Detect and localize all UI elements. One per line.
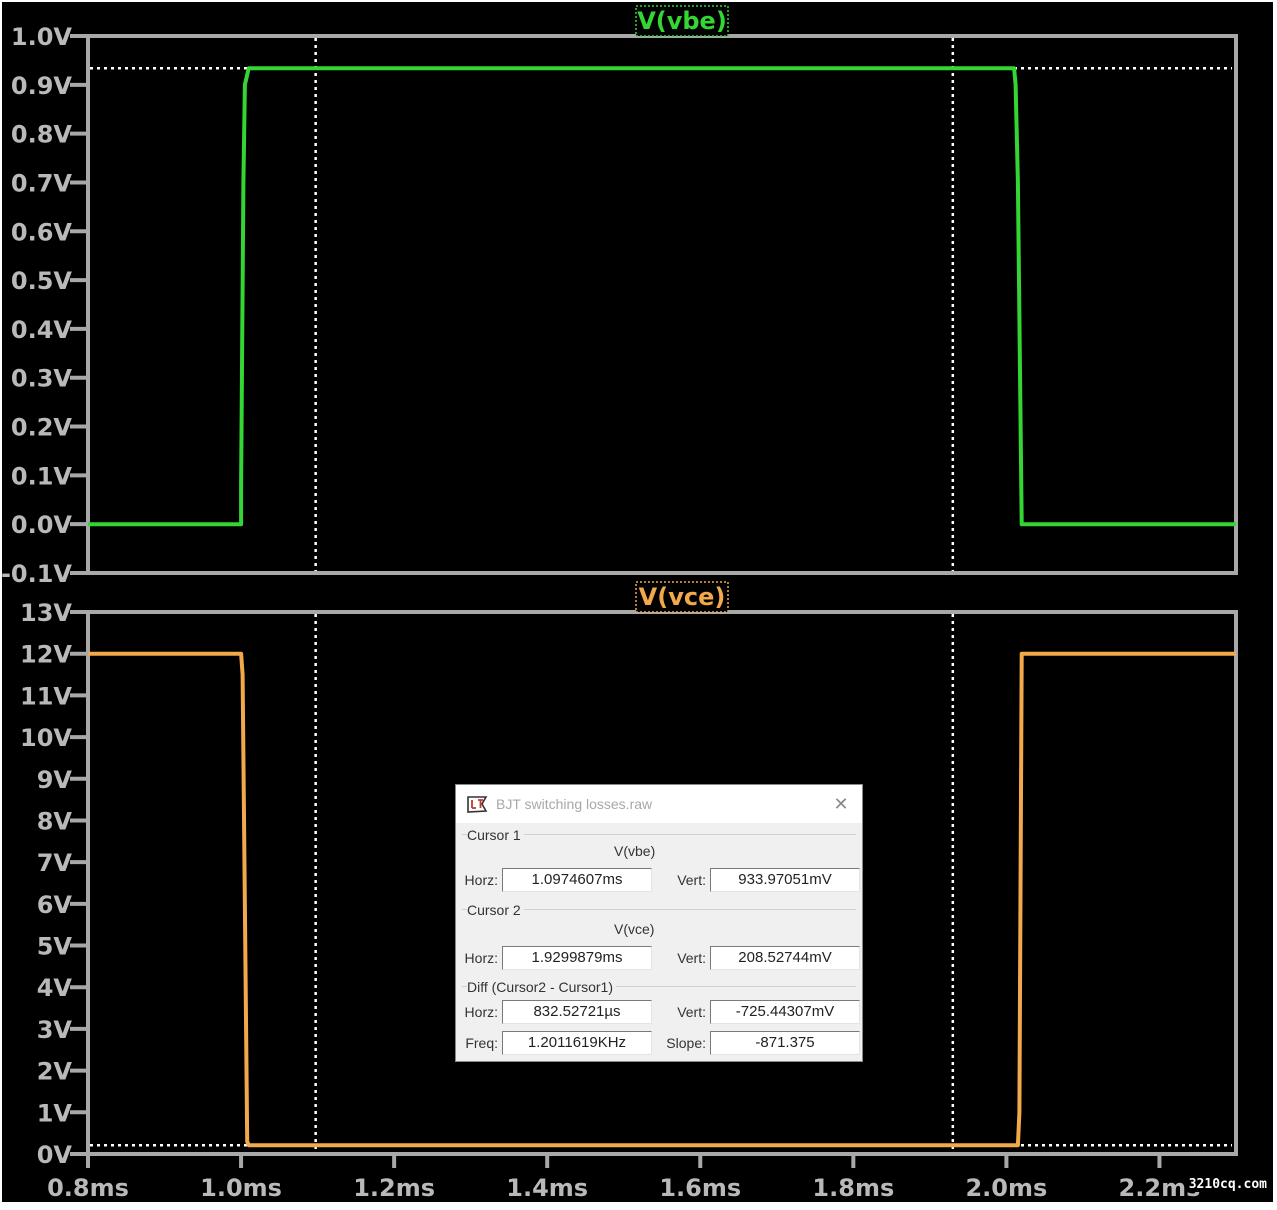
- x-tick-label-vce: 2.0ms: [965, 1174, 1047, 1202]
- ltspice-app-icon: [467, 796, 488, 813]
- diff-freq-field[interactable]: 1.2011619KHz: [502, 1031, 652, 1055]
- dialog-title: BJT switching losses.raw: [496, 796, 653, 812]
- y-tick-label-vce: 1V: [37, 1099, 73, 1127]
- cursor1-trace-label: V(vbe): [614, 843, 656, 859]
- y-tick-label-vce: 6V: [37, 891, 73, 919]
- y-tick-label-vbe: 0.3V: [11, 365, 73, 393]
- diff-horz-label: Horz:: [464, 1004, 498, 1020]
- y-tick-label-vbe: 0.2V: [11, 414, 73, 442]
- cursor1-group-label: Cursor 1: [467, 827, 524, 843]
- y-tick-label-vce: 12V: [20, 641, 72, 669]
- y-tick-label-vce: 11V: [20, 682, 72, 710]
- x-tick-label-vce: 1.6ms: [659, 1174, 741, 1202]
- diff-slope-field[interactable]: -871.375: [710, 1031, 860, 1055]
- cursor2-horz-field[interactable]: 1.9299879ms: [502, 946, 652, 970]
- cursor2-horz-label: Horz:: [464, 950, 498, 966]
- diff-group-label: Diff (Cursor2 - Cursor1): [467, 979, 616, 995]
- y-tick-label-vce: 0V: [37, 1141, 73, 1169]
- y-tick-label-vce: 4V: [37, 974, 73, 1002]
- y-tick-label-vce: 10V: [20, 724, 72, 752]
- y-tick-label-vce: 2V: [37, 1058, 73, 1086]
- diff-horz-field[interactable]: 832.52721µs: [502, 1000, 652, 1024]
- cursor1-vert-field[interactable]: 933.97051mV: [710, 868, 860, 892]
- cursor1-horz-field[interactable]: 1.0974607ms: [502, 868, 652, 892]
- y-tick-label-vbe: 1.0V: [11, 23, 73, 51]
- watermark: 3210cq.com: [1186, 1177, 1269, 1192]
- y-tick-label-vbe: -0.1V: [2, 560, 72, 588]
- y-tick-label-vbe: 0.0V: [11, 511, 73, 539]
- cursor1-horz-label: Horz:: [464, 872, 498, 888]
- x-tick-label-vce: 1.4ms: [506, 1174, 588, 1202]
- cursor2-vert-field[interactable]: 208.52744mV: [710, 946, 860, 970]
- y-tick-label-vce: 7V: [37, 849, 73, 877]
- diff-vert-field[interactable]: -725.44307mV: [710, 1000, 860, 1024]
- cursor-info-dialog[interactable]: BJT switching losses.raw ✕ Cursor 1 V(vb…: [455, 784, 863, 1062]
- dialog-titlebar[interactable]: BJT switching losses.raw ✕: [456, 785, 862, 823]
- diff-slope-label: Slope:: [666, 1035, 706, 1051]
- diff-vert-label: Vert:: [677, 1004, 706, 1020]
- y-tick-label-vce: 9V: [37, 766, 73, 794]
- y-tick-label-vbe: 0.7V: [11, 169, 73, 197]
- y-tick-label-vce: 5V: [37, 933, 73, 961]
- x-tick-label-vce: 1.0ms: [200, 1174, 282, 1202]
- pane-title-vce: V(vce): [639, 583, 726, 611]
- y-tick-label-vbe: 0.6V: [11, 218, 73, 246]
- y-tick-label-vce: 3V: [37, 1016, 73, 1044]
- y-tick-label-vbe: 0.1V: [11, 462, 73, 490]
- cursor2-vert-label: Vert:: [677, 950, 706, 966]
- y-tick-label-vbe: 0.9V: [11, 72, 73, 100]
- y-tick-label-vbe: 0.8V: [11, 121, 73, 149]
- y-tick-label-vbe: 0.5V: [11, 267, 73, 295]
- plot-frame-vbe: [86, 34, 1238, 575]
- close-icon[interactable]: ✕: [828, 791, 854, 817]
- cursor2-group-label: Cursor 2: [467, 902, 524, 918]
- cursor1-vert-label: Vert:: [677, 872, 706, 888]
- x-tick-label-vce: 1.2ms: [353, 1174, 435, 1202]
- cursor2-trace-label: V(vce): [614, 921, 655, 937]
- x-tick-label-vce: 0.8ms: [47, 1174, 129, 1202]
- y-tick-label-vce: 13V: [20, 599, 72, 627]
- pane-title-vbe: V(vbe): [637, 7, 727, 35]
- x-tick-label-vce: 1.8ms: [812, 1174, 894, 1202]
- y-tick-label-vce: 8V: [37, 807, 73, 835]
- y-tick-label-vbe: 0.4V: [11, 316, 73, 344]
- trace-vbe: [88, 66, 1236, 527]
- diff-freq-label: Freq:: [465, 1035, 498, 1051]
